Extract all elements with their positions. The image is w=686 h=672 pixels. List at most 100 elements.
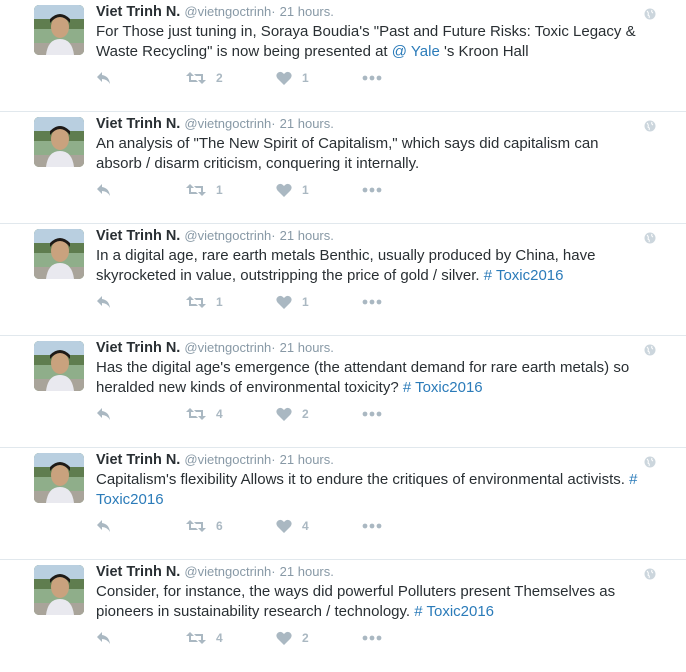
author-name[interactable]: Viet Trinh N. [96, 228, 180, 244]
retweet-button[interactable]: 6 [186, 516, 223, 536]
retweet-button[interactable]: 4 [186, 404, 223, 424]
tweet[interactable]: Viet Trinh N. @vietngoctrinh· 21 hours. A… [0, 112, 686, 224]
tweet-link[interactable]: # Toxic2016 [484, 267, 564, 284]
avatar[interactable] [34, 229, 84, 279]
reply-icon [96, 407, 112, 421]
more-button[interactable] [362, 516, 382, 536]
avatar[interactable] [34, 5, 84, 55]
more-button[interactable] [362, 292, 382, 312]
reply-icon [96, 71, 112, 85]
avatar[interactable] [34, 565, 84, 615]
tweet[interactable]: Viet Trinh N. @vietngoctrinh· 21 hours. C… [0, 448, 686, 560]
author-name[interactable]: Viet Trinh N. [96, 452, 180, 468]
tweet-actions: 11 [96, 180, 496, 200]
retweet-button[interactable]: 2 [186, 68, 223, 88]
more-icon [362, 299, 382, 305]
tweet-actions: 21 [96, 68, 496, 88]
author-username[interactable]: @vietngoctrinh [184, 4, 271, 19]
reply-button[interactable] [96, 628, 112, 648]
like-button[interactable]: 1 [276, 68, 309, 88]
globe-icon [644, 7, 656, 20]
reply-button[interactable] [96, 180, 112, 200]
author-username[interactable]: @vietngoctrinh [184, 116, 271, 131]
tweet[interactable]: Viet Trinh N. @vietngoctrinh· 21 hours. H… [0, 336, 686, 448]
avatar[interactable] [34, 341, 84, 391]
author-name[interactable]: Viet Trinh N. [96, 116, 180, 132]
reply-icon [96, 519, 112, 533]
tweet-link[interactable]: @ Yale [392, 43, 440, 60]
author-username[interactable]: @vietngoctrinh [184, 228, 271, 243]
retweet-icon [186, 519, 206, 533]
tweet-text-segment: Has the digital age's emergence (the att… [96, 359, 630, 396]
author-username[interactable]: @vietngoctrinh [184, 452, 271, 467]
more-button[interactable] [362, 404, 382, 424]
retweet-count: 4 [216, 631, 223, 645]
tweet-header: Viet Trinh N. @vietngoctrinh· 21 hours. [96, 226, 646, 246]
reply-icon [96, 631, 112, 645]
tweet-timestamp[interactable]: 21 hours. [280, 4, 334, 19]
globe-icon [644, 455, 656, 468]
heart-icon [276, 407, 292, 422]
tweet-timestamp[interactable]: 21 hours. [280, 564, 334, 579]
tweet-text: An analysis of "The New Spirit of Capita… [96, 134, 646, 174]
tweet-text-segment: Consider, for instance, the ways did pow… [96, 583, 616, 620]
separator: · [271, 228, 276, 243]
tweet-text-segment: For Those just tuning in, Soraya Boudia'… [96, 23, 636, 60]
retweet-icon [186, 295, 206, 309]
tweet-header: Viet Trinh N. @vietngoctrinh· 21 hours. [96, 114, 646, 134]
like-button[interactable]: 2 [276, 404, 309, 424]
retweet-icon [186, 631, 206, 645]
like-count: 4 [302, 519, 309, 533]
reply-button[interactable] [96, 68, 112, 88]
author-name[interactable]: Viet Trinh N. [96, 4, 180, 20]
tweet[interactable]: Viet Trinh N. @vietngoctrinh· 21 hours. F… [0, 0, 686, 112]
tweet-text: For Those just tuning in, Soraya Boudia'… [96, 22, 646, 62]
reply-button[interactable] [96, 292, 112, 312]
more-button[interactable] [362, 68, 382, 88]
tweet-timestamp[interactable]: 21 hours. [280, 116, 334, 131]
separator: · [271, 452, 276, 467]
avatar[interactable] [34, 117, 84, 167]
like-count: 2 [302, 631, 309, 645]
heart-icon [276, 183, 292, 198]
like-button[interactable]: 2 [276, 628, 309, 648]
retweet-button[interactable]: 4 [186, 628, 223, 648]
tweet-header: Viet Trinh N. @vietngoctrinh· 21 hours. [96, 450, 646, 470]
avatar[interactable] [34, 453, 84, 503]
tweet-link[interactable]: # Toxic2016 [403, 379, 483, 396]
reply-icon [96, 295, 112, 309]
author-name[interactable]: Viet Trinh N. [96, 340, 180, 356]
like-button[interactable]: 4 [276, 516, 309, 536]
tweet-content: Viet Trinh N. @vietngoctrinh· 21 hours. A… [96, 114, 646, 174]
like-count: 1 [302, 71, 309, 85]
tweet-timestamp[interactable]: 21 hours. [280, 340, 334, 355]
retweet-button[interactable]: 1 [186, 180, 223, 200]
tweet-timestamp[interactable]: 21 hours. [280, 228, 334, 243]
like-button[interactable]: 1 [276, 292, 309, 312]
tweet-text: Has the digital age's emergence (the att… [96, 358, 646, 398]
like-button[interactable]: 1 [276, 180, 309, 200]
like-count: 2 [302, 407, 309, 421]
tweet[interactable]: Viet Trinh N. @vietngoctrinh· 21 hours. I… [0, 224, 686, 336]
retweet-button[interactable]: 1 [186, 292, 223, 312]
tweet[interactable]: Viet Trinh N. @vietngoctrinh· 21 hours. C… [0, 560, 686, 672]
tweet-timestamp[interactable]: 21 hours. [280, 452, 334, 467]
more-button[interactable] [362, 628, 382, 648]
more-button[interactable] [362, 180, 382, 200]
tweet-content: Viet Trinh N. @vietngoctrinh· 21 hours. I… [96, 226, 646, 286]
tweet-content: Viet Trinh N. @vietngoctrinh· 21 hours. H… [96, 338, 646, 398]
reply-button[interactable] [96, 404, 112, 424]
heart-icon [276, 71, 292, 86]
separator: · [271, 116, 276, 131]
retweet-icon [186, 71, 206, 85]
author-username[interactable]: @vietngoctrinh [184, 340, 271, 355]
tweet-actions: 11 [96, 292, 496, 312]
author-name[interactable]: Viet Trinh N. [96, 564, 180, 580]
globe-icon [644, 119, 656, 132]
tweet-text-segment: Capitalism's flexibility Allows it to en… [96, 471, 630, 488]
reply-button[interactable] [96, 516, 112, 536]
globe-icon [644, 567, 656, 580]
author-username[interactable]: @vietngoctrinh [184, 564, 271, 579]
tweet-content: Viet Trinh N. @vietngoctrinh· 21 hours. C… [96, 562, 646, 622]
tweet-link[interactable]: # Toxic2016 [414, 603, 494, 620]
